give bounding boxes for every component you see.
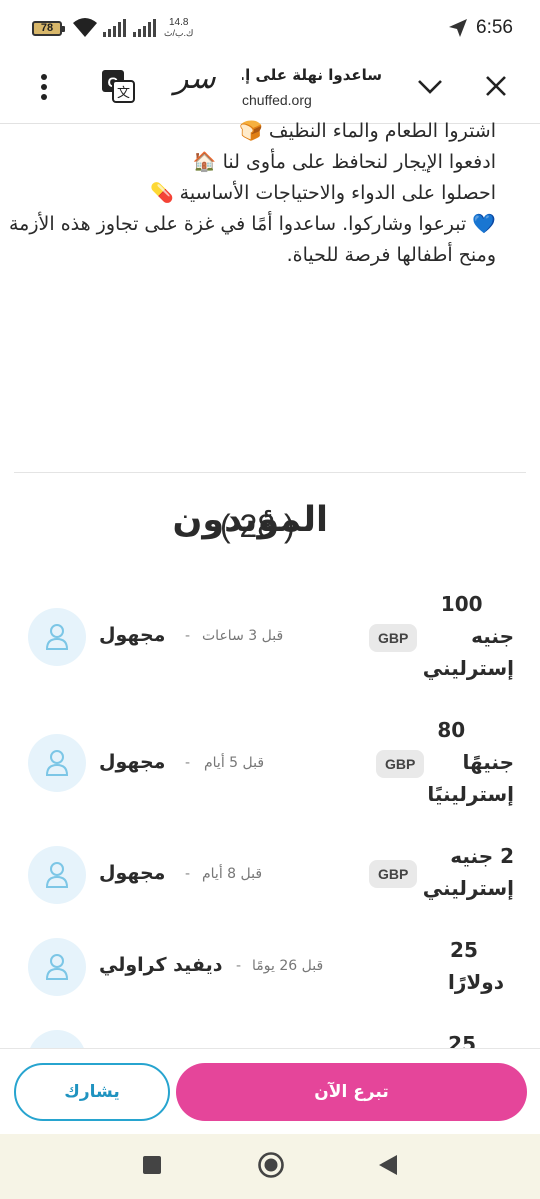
site-logo: سر <box>174 61 217 96</box>
amount-line: إسترليني <box>422 656 514 680</box>
amount-line: إسترلينيًا <box>427 782 514 806</box>
translate-icon[interactable]: G 文 <box>100 68 136 104</box>
donate-button[interactable]: تبرع الآن <box>176 1063 527 1121</box>
amount-line: 80 <box>437 718 466 742</box>
donation-amount: 25 دولارًا <box>448 934 504 998</box>
user-icon <box>45 624 69 650</box>
network-speed-unit: ك.ب/ث <box>164 28 194 38</box>
description-line: اشتروا الطعام والماء النظيف 🍞 <box>239 120 496 142</box>
svg-text:文: 文 <box>117 86 130 101</box>
back-icon[interactable] <box>378 1154 398 1176</box>
supporter-time: قبل 3 ساعات <box>202 628 284 644</box>
avatar <box>28 734 86 792</box>
amount-line: جنيهًا <box>462 750 514 774</box>
share-button[interactable]: يشارك <box>14 1063 170 1121</box>
currency-badge: GBP <box>369 624 418 652</box>
description-line: ادفعوا الإيجار لنحافظ على مأوى لنا 🏠 <box>192 151 496 173</box>
user-icon <box>45 954 69 980</box>
supporter-name: مجهول <box>99 624 166 646</box>
campaign-description: اشتروا الطعام والماء النظيف 🍞 ادفعوا الإ… <box>6 116 496 271</box>
chevron-down-icon[interactable] <box>416 74 444 98</box>
donation-amount: 80 جنيهًا إسترلينيًا <box>427 714 514 810</box>
more-vert-icon[interactable] <box>32 72 56 102</box>
supporter-time: قبل 26 يومًا <box>252 958 324 974</box>
page-url: chuffed.org <box>242 92 312 108</box>
page-title: ساعدوا نهلة على إ... <box>242 66 382 84</box>
description-line: احصلوا على الدواء والاحتياجات الأساسية 💊 <box>149 182 496 204</box>
donation-amount: 100 جنيه إسترليني <box>423 588 514 684</box>
clock: 6:56 <box>476 17 513 38</box>
close-icon[interactable] <box>484 74 508 98</box>
amount-line: 2 جنيه <box>450 844 514 868</box>
description-line: 💙 تبرعوا وشاركوا. ساعدوا أمًا في غزة على… <box>9 213 496 266</box>
network-speed-value: 14.8 <box>168 17 189 28</box>
avatar <box>28 846 86 904</box>
separator: - <box>236 958 242 974</box>
donation-amount: 2 جنيه إسترليني <box>423 840 514 904</box>
currency-badge: GBP <box>376 750 425 778</box>
screen: 78 14.8 ك.ب/ث 6:56 G <box>0 0 540 1199</box>
supporter-name: مجهول <box>99 751 166 773</box>
user-icon <box>45 862 69 888</box>
amount-line: جنيه <box>471 624 514 648</box>
status-bar: 78 14.8 ك.ب/ث 6:56 <box>0 0 540 56</box>
action-bar: يشارك تبرع الآن <box>0 1048 540 1134</box>
recent-apps-icon[interactable] <box>143 1156 161 1174</box>
separator: - <box>185 755 191 771</box>
supporter-time: قبل 5 أيام <box>204 755 265 771</box>
wifi-icon <box>73 18 97 37</box>
supporter-time: قبل 8 أيام <box>202 866 263 882</box>
separator: - <box>185 866 191 882</box>
user-icon <box>45 750 69 776</box>
amount-line: 25 <box>450 938 478 962</box>
battery-icon: 78 <box>32 21 65 36</box>
avatar <box>28 608 86 666</box>
system-nav-bar <box>0 1134 540 1199</box>
amount-line: دولارًا <box>448 970 504 994</box>
signal-icon-secondary <box>133 19 156 37</box>
network-speed: 14.8 ك.ب/ث <box>164 17 194 39</box>
avatar <box>28 938 86 996</box>
home-icon[interactable] <box>257 1151 285 1179</box>
section-divider <box>14 472 526 473</box>
currency-badge: GBP <box>369 860 418 888</box>
supporters-count: ( 28 ) <box>220 508 295 544</box>
signal-icon <box>103 19 126 37</box>
send-icon <box>449 19 467 37</box>
amount-line: إسترليني <box>422 876 514 900</box>
supporter-name: ديفيد كراولي <box>99 954 223 976</box>
supporter-name: مجهول <box>99 862 166 884</box>
amount-line: 100 <box>440 592 483 616</box>
battery-level: 78 <box>40 22 54 34</box>
browser-toolbar: G 文 سر ساعدوا نهلة على إ... chuffed.org <box>0 56 540 124</box>
separator: - <box>185 628 191 644</box>
